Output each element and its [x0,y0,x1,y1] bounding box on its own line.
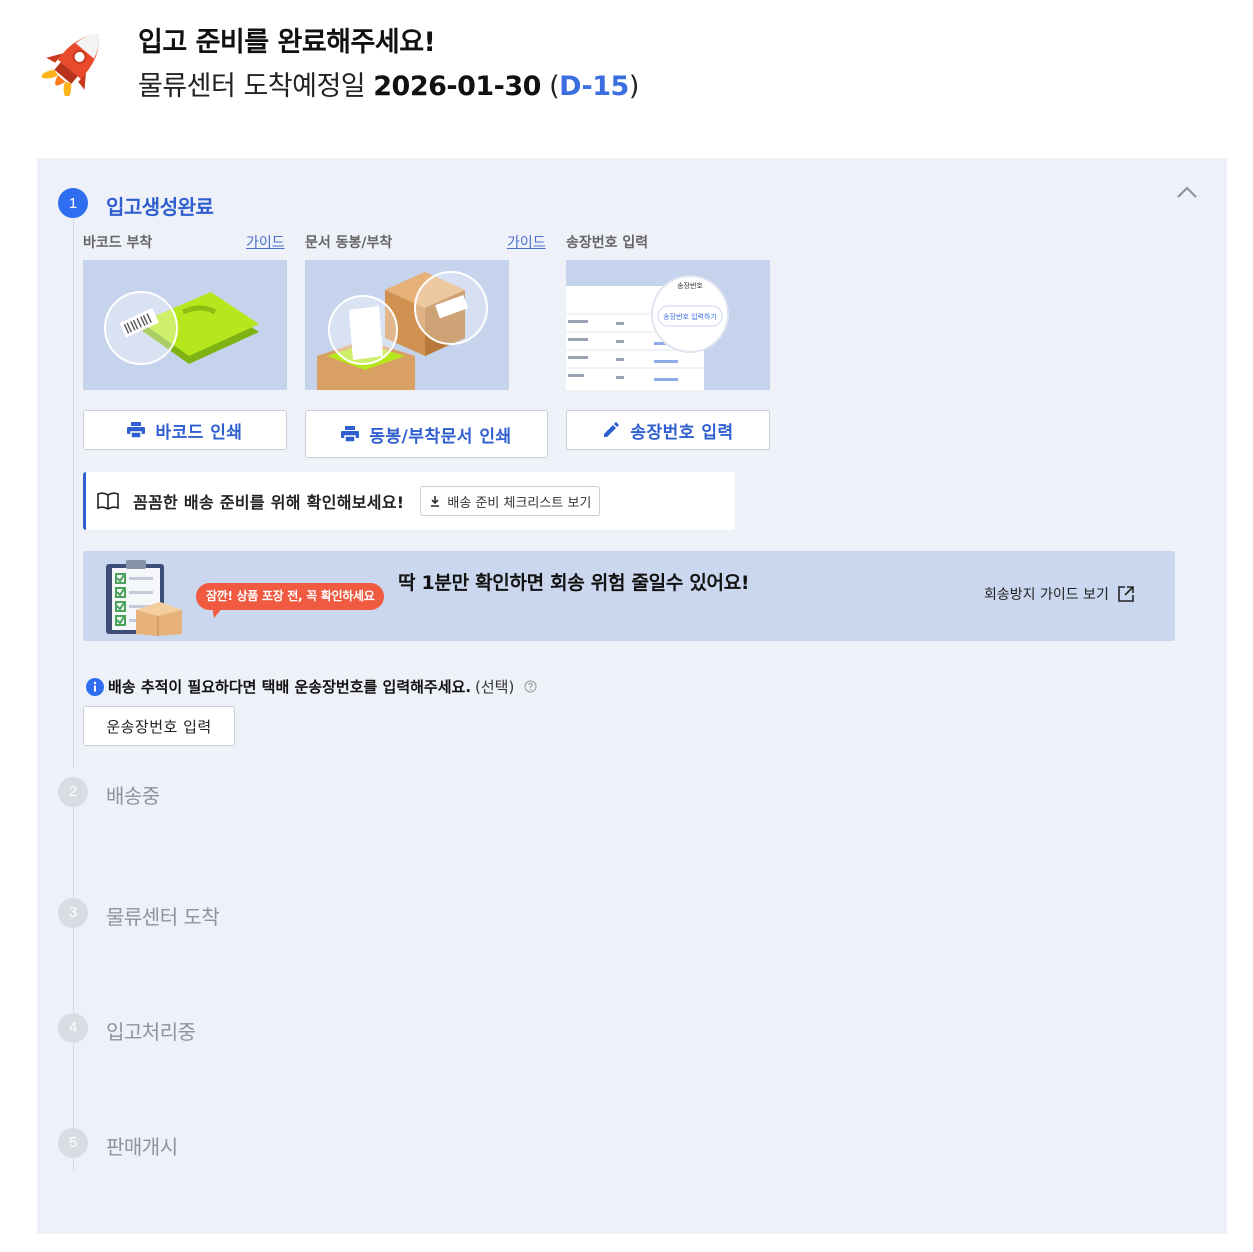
step-number-1: 1 [58,188,88,218]
print-document-label: 동봉/부착문서 인쇄 [369,426,512,447]
download-icon [431,496,440,507]
step-number-3: 3 [58,898,88,928]
document-illustration [305,260,509,390]
invoice-illustration: 송장번호 송장번호 입력하기 [566,260,770,390]
help-icon[interactable] [524,680,537,693]
caution-bubble: 잠깐! 상품 포장 전, 꼭 확인하세요 [196,583,385,610]
enter-waybill-button[interactable]: 운송장번호 입력 [83,706,235,746]
printer-icon [127,422,146,438]
document-guide-link[interactable]: 가이드 [507,232,546,252]
print-barcode-label: 바코드 인쇄 [155,422,243,443]
step-label-4: 입고처리중 [106,1020,196,1044]
checklist-notice: 꼼꼼한 배송 준비를 위해 확인해보세요! 배송 준비 체크리스트 보기 [83,472,735,530]
arrival-date: 2026-01-30 [373,71,541,102]
enter-invoice-button[interactable]: 송장번호 입력 [566,410,770,450]
step-label-5: 판매개시 [106,1135,178,1159]
clipboard-checklist-icon [106,560,182,636]
page-title: 입고 준비를 완료해주세요! [138,27,436,58]
invoice-card-title: 송장번호 입력 [566,235,649,251]
barcode-guide-link[interactable]: 가이드 [246,232,285,252]
step-number-2: 2 [58,777,88,807]
step-label-1: 입고생성완료 [106,195,214,219]
return-guide-link[interactable]: 회송방지 가이드 보기 [984,584,1135,604]
tracking-info: 배송 추적이 필요하다면 택배 운송장번호를 입력해주세요. (선택) [86,676,537,697]
external-link-icon [1118,586,1134,602]
arrival-label: 물류센터 도착예정일 [138,71,366,102]
enter-invoice-label: 송장번호 입력 [630,422,734,443]
step-number-5: 5 [58,1128,88,1158]
pencil-icon [604,422,620,437]
rocket-icon [41,33,100,96]
invoice-popup-title: 송장번호 [677,281,703,290]
step-label-3: 물류센터 도착 [106,905,220,929]
dday-paren-open: ( [549,71,560,102]
checklist-download-label: 배송 준비 체크리스트 보기 [447,495,592,511]
banner-message: 딱 1분만 확인하면 회송 위험 줄일수 있어요! [398,572,750,594]
printer-icon [341,426,360,442]
print-document-button[interactable]: 동봉/부착문서 인쇄 [305,410,548,458]
document-card-title: 문서 동봉/부착 [305,235,393,251]
timeline-line [73,1042,74,1128]
timeline-line [73,1158,74,1170]
info-icon [86,677,104,696]
tracking-text: 배송 추적이 필요하다면 택배 운송장번호를 입력해주세요. [108,678,472,696]
timeline-line [73,218,74,768]
invoice-popup-action: 송장번호 입력하기 [663,312,717,321]
print-barcode-button[interactable]: 바코드 인쇄 [83,410,287,450]
step-label-2: 배송중 [106,784,160,808]
chevron-up-icon[interactable] [1176,184,1198,200]
book-icon [97,492,119,510]
checklist-download-button[interactable]: 배송 준비 체크리스트 보기 [420,486,601,516]
step-number-4: 4 [58,1013,88,1043]
arrival-info: 물류센터 도착예정일 2026-01-30 (D-15) [138,64,639,103]
bubble-tail-icon [212,606,224,618]
timeline-line [73,806,74,898]
tracking-optional: (선택) [475,678,515,696]
notice-text: 꼼꼼한 배송 준비를 위해 확인해보세요! [133,493,405,512]
barcode-card-title: 바코드 부착 [83,235,153,251]
timeline-line [73,927,74,1013]
dday-paren-close: ) [628,71,640,102]
return-guide-label: 회송방지 가이드 보기 [984,587,1109,603]
barcode-illustration [83,260,287,390]
dday-badge: D-15 [559,71,629,102]
